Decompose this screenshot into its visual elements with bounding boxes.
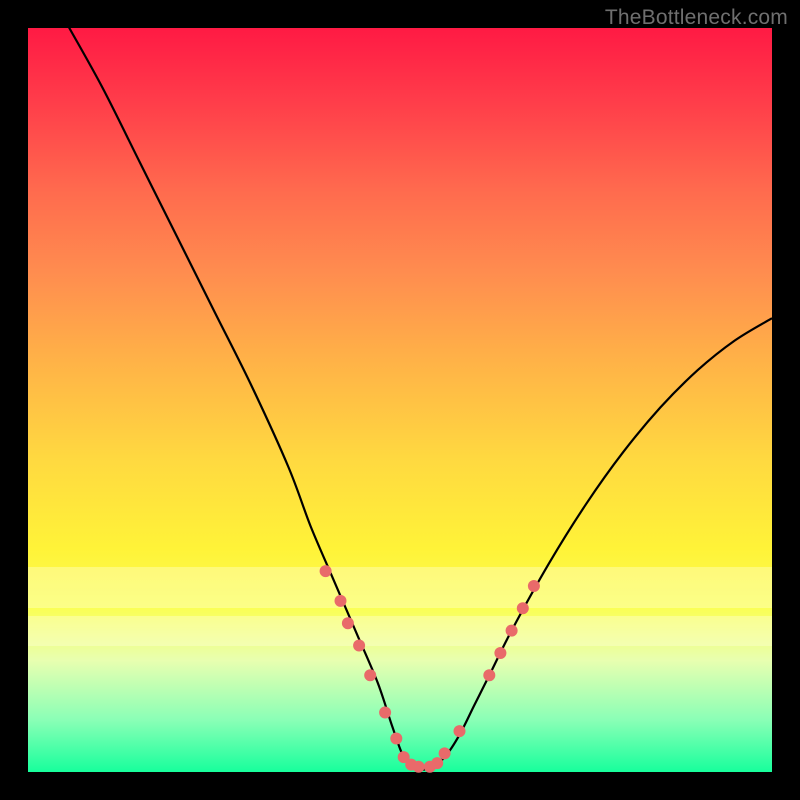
curve-marker xyxy=(494,647,506,659)
curve-marker xyxy=(320,565,332,577)
curve-marker xyxy=(390,733,402,745)
curve-marker xyxy=(483,669,495,681)
curve-marker xyxy=(439,747,451,759)
curve-marker xyxy=(342,617,354,629)
curve-marker xyxy=(517,602,529,614)
marker-group xyxy=(320,565,540,773)
bottleneck-curve xyxy=(28,0,772,770)
curve-marker xyxy=(353,640,365,652)
curve-marker xyxy=(379,707,391,719)
curve-marker xyxy=(364,669,376,681)
curve-marker xyxy=(454,725,466,737)
curve-marker xyxy=(335,595,347,607)
chart-svg xyxy=(28,28,772,772)
curve-marker xyxy=(413,761,425,773)
curve-marker xyxy=(506,625,518,637)
watermark-text: TheBottleneck.com xyxy=(605,6,788,30)
plot-area xyxy=(28,28,772,772)
curve-marker xyxy=(431,757,443,769)
curve-marker xyxy=(528,580,540,592)
